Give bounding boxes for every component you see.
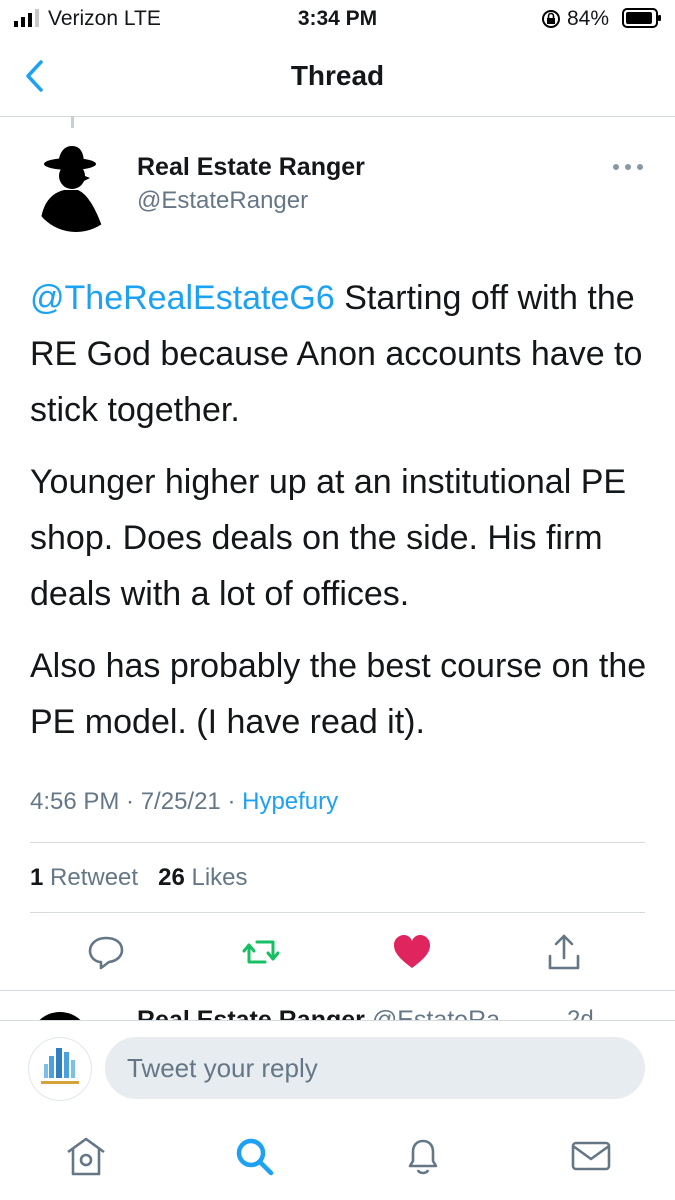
- tab-bar: [0, 1112, 675, 1200]
- tweet-source[interactable]: Hypefury: [242, 788, 338, 815]
- next-tweet-author: Real Estate Ranger @EstateRa: [137, 1006, 500, 1020]
- like-count[interactable]: 26: [158, 864, 185, 891]
- page-title: Thread: [290, 60, 385, 91]
- next-tweet-handle: @EstateRa: [371, 1006, 501, 1020]
- avatar[interactable]: [30, 140, 122, 232]
- share-icon[interactable]: [544, 932, 584, 972]
- next-tweet[interactable]: Real Estate Ranger @EstateRa 2d: [0, 990, 675, 1020]
- more-options-icon[interactable]: [612, 162, 644, 172]
- tweet-meta: 4:56 PM · 7/25/21 · Hypefury: [30, 788, 338, 816]
- buildings-logo-icon: [41, 1048, 79, 1084]
- tweet-paragraph-2: Younger higher up at an institutional PE…: [30, 463, 627, 613]
- retweet-count[interactable]: 1: [30, 864, 43, 891]
- tweet-paragraph-3: Also has probably the best course on the…: [30, 647, 647, 741]
- notifications-icon[interactable]: [401, 1134, 445, 1178]
- thread-connector: [71, 116, 74, 128]
- divider: [30, 912, 645, 913]
- tweet-paragraph-1: @TheRealEstateG6 Starting off with the R…: [30, 270, 650, 438]
- avatar[interactable]: [30, 1012, 90, 1020]
- battery-percent: 84%: [567, 7, 610, 30]
- tweet-stats: 1 Retweet 26 Likes: [30, 864, 248, 892]
- tweet-text: @TheRealEstateG6 Starting off with the R…: [30, 270, 650, 766]
- avatar[interactable]: [28, 1037, 92, 1101]
- tweet-timestamp: 4:56 PM · 7/25/21 ·: [30, 788, 243, 815]
- reply-input[interactable]: [105, 1037, 645, 1099]
- status-bar: Verizon LTE 3:34 PM 84%: [0, 0, 675, 38]
- reply-icon[interactable]: [86, 932, 126, 972]
- home-icon[interactable]: [64, 1134, 108, 1178]
- messages-icon[interactable]: [569, 1134, 613, 1178]
- ranger-silhouette-icon: [40, 146, 104, 232]
- author-name[interactable]: Real Estate Ranger: [137, 153, 365, 182]
- next-tweet-age: 2d: [567, 1006, 594, 1020]
- nav-bar: Thread: [0, 38, 675, 117]
- divider: [30, 842, 645, 843]
- like-label[interactable]: Likes: [191, 864, 247, 891]
- orientation-lock-icon: [542, 10, 560, 28]
- mention-link[interactable]: @TheRealEstateG6: [30, 279, 335, 317]
- battery-icon: [622, 8, 661, 28]
- author-handle[interactable]: @EstateRanger: [137, 187, 308, 215]
- search-icon[interactable]: [232, 1134, 276, 1178]
- like-icon[interactable]: [392, 932, 432, 972]
- next-tweet-name: Real Estate Ranger: [137, 1006, 365, 1020]
- retweet-icon[interactable]: [241, 932, 281, 972]
- retweet-label[interactable]: Retweet: [50, 864, 138, 891]
- reply-bar: [0, 1020, 675, 1113]
